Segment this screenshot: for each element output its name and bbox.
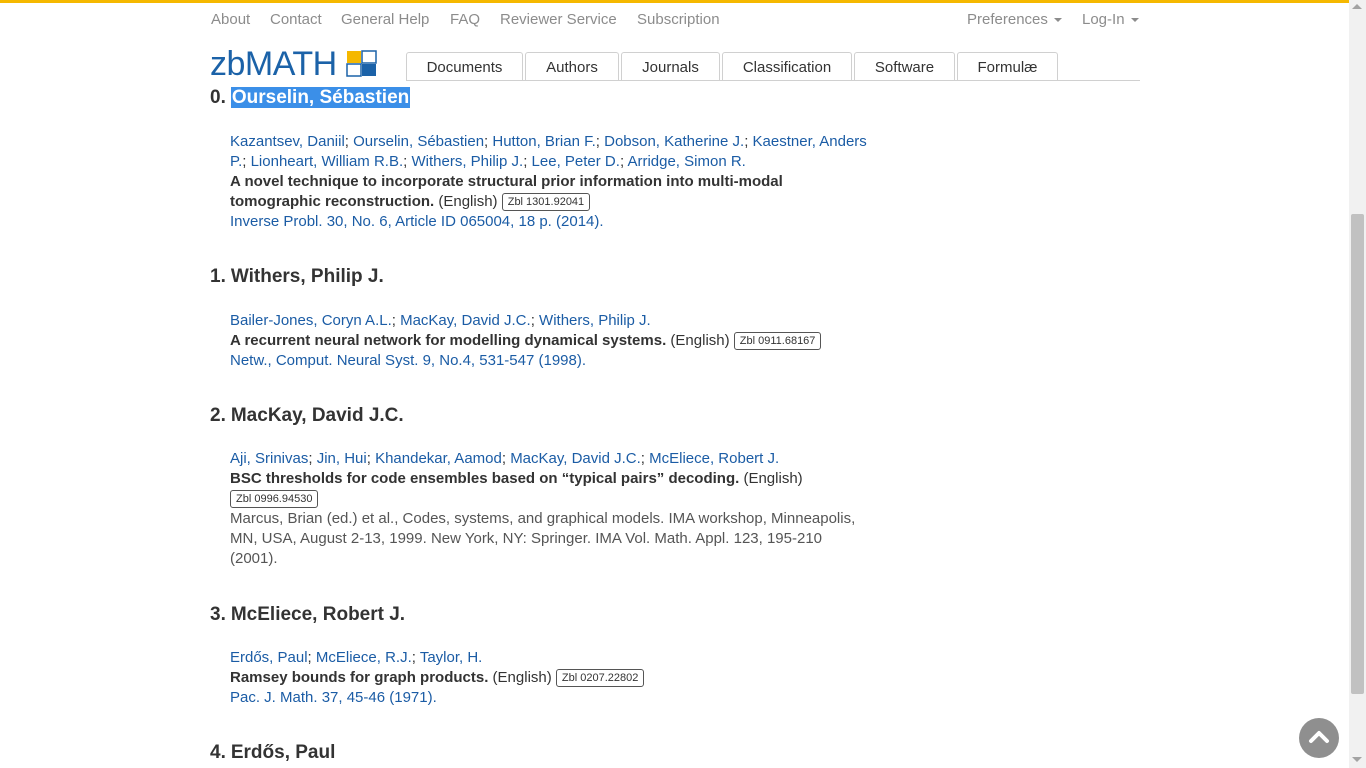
document-language: (English) <box>438 193 498 210</box>
author-link[interactable]: Withers, Philip J. <box>539 312 651 329</box>
tab-authors[interactable]: Authors <box>525 52 619 80</box>
author-name: McEliece, Robert J. <box>230 604 406 625</box>
top-accent-bar <box>0 0 1366 3</box>
document-entry: Erdős, Paul; McEliece, R.J.; Taylor, H. … <box>230 648 870 708</box>
author-link[interactable]: Ourselin, Sébastien <box>353 133 484 150</box>
tab-documents[interactable]: Documents <box>406 52 523 80</box>
nav-general-help-link[interactable]: General Help <box>341 11 429 29</box>
tab-formulae[interactable]: Formulæ <box>957 52 1058 80</box>
preferences-label: Preferences <box>967 11 1048 28</box>
login-label: Log-In <box>1082 11 1125 28</box>
author-link[interactable]: Jin, Hui <box>317 450 367 467</box>
author-link[interactable]: Aji, Srinivas <box>230 450 308 467</box>
logo-squares-icon <box>346 50 377 77</box>
section-number: 1. <box>210 266 226 287</box>
zbl-badge[interactable]: Zbl 0996.94530 <box>230 490 319 508</box>
author-name: Withers, Philip J. <box>230 266 384 287</box>
source-text: Marcus, Brian (ed.) et al., Codes, syste… <box>230 510 856 567</box>
scroll-up-arrow-icon[interactable] <box>1352 4 1362 9</box>
scrollbar-thumb[interactable] <box>1351 214 1364 694</box>
author-link[interactable]: Dobson, Katherine J. <box>604 133 744 150</box>
tab-journals[interactable]: Journals <box>621 52 720 80</box>
source-link[interactable]: Pac. J. Math. 37, 45-46 (1971). <box>230 689 437 706</box>
zbl-badge[interactable]: Zbl 0207.22802 <box>555 669 645 687</box>
author-link[interactable]: Hutton, Brian F. <box>492 133 595 150</box>
author-name: Erdős, Paul <box>230 742 336 763</box>
section-heading: 2. MacKay, David J.C. <box>210 405 404 427</box>
scroll-down-arrow-icon[interactable] <box>1352 757 1362 762</box>
author-link[interactable]: Lionheart, William R.B. <box>251 153 404 170</box>
nav-subscription-link[interactable]: Subscription <box>637 11 720 29</box>
document-title: A recurrent neural network for modelling… <box>230 332 667 349</box>
nav-about-link[interactable]: About <box>211 11 250 29</box>
author-link[interactable]: MacKay, David J.C. <box>400 312 531 329</box>
author-link[interactable]: Bailer-Jones, Coryn A.L. <box>230 312 392 329</box>
document-language: (English) <box>670 332 730 349</box>
section-heading: 0. Ourselin, Sébastien <box>210 87 411 109</box>
author-link[interactable]: Erdős, Paul <box>230 649 308 666</box>
author-link[interactable]: MacKay, David J.C. <box>510 450 641 467</box>
tab-classification[interactable]: Classification <box>722 52 852 80</box>
document-entry: Aji, Srinivas; Jin, Hui; Khandekar, Aamo… <box>230 449 870 569</box>
document-title: BSC thresholds for code ensembles based … <box>230 470 740 487</box>
document-language: (English) <box>743 470 803 487</box>
author-list: Kazantsev, Daniil; Ourselin, Sébastien; … <box>230 133 867 170</box>
preferences-dropdown[interactable]: Preferences <box>967 11 1062 29</box>
document-entry: Kazantsev, Daniil; Ourselin, Sébastien; … <box>230 132 870 232</box>
document-entry: Bailer-Jones, Coryn A.L.; MacKay, David … <box>230 311 870 371</box>
author-name: MacKay, David J.C. <box>230 405 404 426</box>
nav-faq-link[interactable]: FAQ <box>450 11 480 29</box>
back-to-top-button[interactable] <box>1299 718 1339 758</box>
source-link[interactable]: Netw., Comput. Neural Syst. 9, No.4, 531… <box>230 352 586 369</box>
section-heading: 4. Erdős, Paul <box>210 742 335 764</box>
section-heading: 1. Withers, Philip J. <box>210 266 384 288</box>
author-link[interactable]: Lee, Peter D. <box>532 153 620 170</box>
section-number: 0. <box>210 87 226 108</box>
caret-down-icon <box>1130 18 1139 23</box>
author-name-highlighted[interactable]: Ourselin, Sébastien <box>230 87 411 108</box>
source-link[interactable]: Inverse Probl. 30, No. 6, Article ID 065… <box>230 213 604 230</box>
section-number: 3. <box>210 604 226 625</box>
section-heading: 3. McEliece, Robert J. <box>210 604 405 626</box>
document-language: (English) <box>492 669 552 686</box>
chevron-up-icon <box>1309 731 1329 743</box>
document-title: Ramsey bounds for graph products. <box>230 669 489 686</box>
logo-text: zbMATH <box>210 45 337 83</box>
author-link[interactable]: McEliece, R.J. <box>316 649 412 666</box>
caret-down-icon <box>1053 18 1062 23</box>
author-link[interactable]: Arridge, Simon R. <box>627 153 745 170</box>
author-link[interactable]: Withers, Philip J. <box>412 153 524 170</box>
nav-reviewer-service-link[interactable]: Reviewer Service <box>500 11 617 29</box>
zbl-badge[interactable]: Zbl 0911.68167 <box>733 332 822 350</box>
author-list: Bailer-Jones, Coryn A.L.; MacKay, David … <box>230 312 651 329</box>
author-link[interactable]: Khandekar, Aamod <box>375 450 502 467</box>
author-link[interactable]: Taylor, H. <box>420 649 483 666</box>
author-list: Erdős, Paul; McEliece, R.J.; Taylor, H. <box>230 649 483 666</box>
nav-contact-link[interactable]: Contact <box>270 11 322 29</box>
tab-software[interactable]: Software <box>854 52 955 80</box>
section-number: 4. <box>210 742 226 763</box>
zbl-badge[interactable]: Zbl 1301.92041 <box>501 193 591 211</box>
author-list: Aji, Srinivas; Jin, Hui; Khandekar, Aamo… <box>230 450 780 467</box>
section-number: 2. <box>210 405 226 426</box>
author-link[interactable]: Kazantsev, Daniil <box>230 133 345 150</box>
author-link[interactable]: McEliece, Robert J. <box>649 450 779 467</box>
login-dropdown[interactable]: Log-In <box>1082 11 1139 29</box>
zbmath-logo[interactable]: zbMATH <box>210 45 377 83</box>
